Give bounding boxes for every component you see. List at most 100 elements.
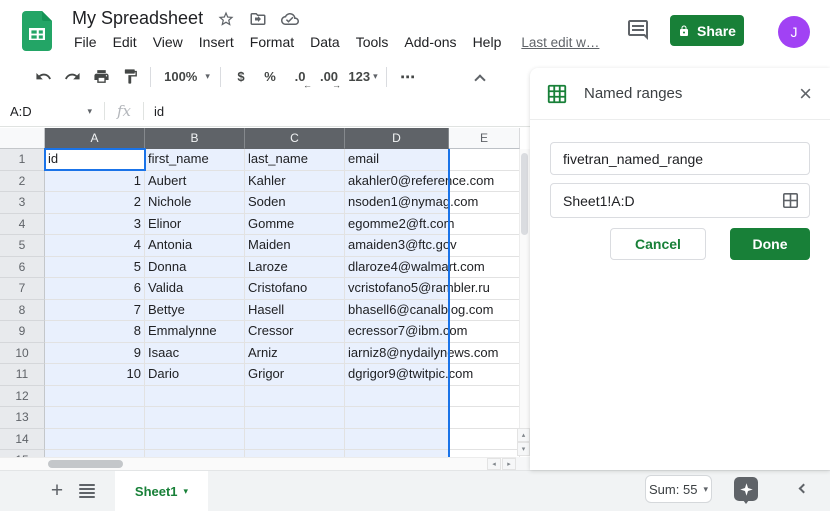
cell[interactable]: Gomme [245,214,345,236]
row-header-9[interactable]: 9 [0,321,45,343]
share-button[interactable]: Share [670,15,744,46]
last-edit-link[interactable]: Last edit w… [521,35,599,50]
vertical-scrollbar-thumb[interactable] [521,153,528,235]
cell[interactable]: vcristofano5@rambler.ru [345,278,449,300]
cell[interactable] [245,386,345,408]
cell[interactable]: 1 [45,171,145,193]
decrease-decimals-button[interactable]: .0← [287,65,313,89]
name-box[interactable]: A:D ▾ [0,96,104,126]
cell[interactable]: 2 [45,192,145,214]
explore-button[interactable] [734,477,758,501]
cell[interactable]: Dario [145,364,245,386]
column-header-D[interactable]: D [345,128,449,149]
row-header-2[interactable]: 2 [0,171,45,193]
format-currency-button[interactable]: $ [229,65,253,89]
cell[interactable]: Isaac [145,343,245,365]
menu-item-view[interactable]: View [145,33,191,51]
horizontal-scrollbar-thumb[interactable] [48,460,123,468]
row-header-1[interactable]: 1 [0,149,45,171]
cell[interactable]: Kahler [245,171,345,193]
range-reference-input[interactable] [550,183,810,218]
cell[interactable]: Emmalynne [145,321,245,343]
cell[interactable]: 6 [45,278,145,300]
cell[interactable] [45,407,145,429]
row-header-13[interactable]: 13 [0,407,45,429]
cell[interactable]: dgrigor9@twitpic.com [345,364,449,386]
cell[interactable]: ecressor7@ibm.com [345,321,449,343]
cell[interactable] [145,407,245,429]
menu-item-tools[interactable]: Tools [348,33,397,51]
cell[interactable]: 5 [45,257,145,279]
cell[interactable] [449,149,520,171]
select-all-corner[interactable] [0,128,45,149]
cell[interactable]: iarniz8@nydailynews.com [345,343,449,365]
document-title[interactable]: My Spreadsheet [72,8,203,29]
cell[interactable] [449,235,520,257]
cell[interactable] [245,450,345,457]
row-header-12[interactable]: 12 [0,386,45,408]
undo-button[interactable] [31,65,55,89]
zoom-select[interactable]: 100% ▾ [159,69,215,84]
cell[interactable]: 10 [45,364,145,386]
cell[interactable]: bhasell6@canalblog.com [345,300,449,322]
cell[interactable]: Nichole [145,192,245,214]
cell[interactable]: Aubert [145,171,245,193]
cell[interactable]: 9 [45,343,145,365]
row-header-4[interactable]: 4 [0,214,45,236]
cell[interactable]: Cressor [245,321,345,343]
cell[interactable]: 8 [45,321,145,343]
star-icon[interactable] [217,10,235,28]
cell[interactable]: akahler0@reference.com [345,171,449,193]
column-header-E[interactable]: E [449,128,520,149]
menu-item-format[interactable]: Format [242,33,302,51]
menu-item-file[interactable]: File [72,33,105,51]
row-header-10[interactable]: 10 [0,343,45,365]
more-toolbar-button[interactable]: ⋯ [395,68,421,86]
cell[interactable] [345,386,449,408]
menu-item-help[interactable]: Help [465,33,510,51]
redo-button[interactable] [60,65,84,89]
cell[interactable] [449,407,520,429]
sheet-tab[interactable]: Sheet1 ▾ [115,471,208,511]
menu-item-add-ons[interactable]: Add-ons [396,33,464,51]
menu-item-edit[interactable]: Edit [105,33,145,51]
sheets-logo-icon[interactable] [22,11,52,51]
row-header-11[interactable]: 11 [0,364,45,386]
row-header-14[interactable]: 14 [0,429,45,451]
row-header-3[interactable]: 3 [0,192,45,214]
row-header-5[interactable]: 5 [0,235,45,257]
row-header-15[interactable]: 15 [0,450,45,457]
print-button[interactable] [89,65,113,89]
cell[interactable] [345,450,449,457]
cell[interactable] [345,429,449,451]
cell[interactable] [345,407,449,429]
cell[interactable]: Hasell [245,300,345,322]
scroll-left-button[interactable]: ◂ [487,458,501,470]
cell[interactable] [449,214,520,236]
scroll-down-button[interactable]: ▾ [517,442,530,456]
cell[interactable]: Antonia [145,235,245,257]
cell[interactable]: Donna [145,257,245,279]
cell[interactable]: Elinor [145,214,245,236]
cell[interactable]: Arniz [245,343,345,365]
cell[interactable] [145,386,245,408]
paint-format-button[interactable] [118,65,142,89]
cell[interactable]: email [345,149,449,171]
row-header-7[interactable]: 7 [0,278,45,300]
cell[interactable]: egomme2@ft.com [345,214,449,236]
cell[interactable] [145,450,245,457]
cell[interactable]: dlaroze4@walmart.com [345,257,449,279]
range-name-input[interactable] [550,142,810,175]
column-header-A[interactable]: A [45,128,145,149]
cell[interactable]: last_name [245,149,345,171]
cell[interactable] [245,429,345,451]
formula-input[interactable]: id [144,104,164,119]
column-header-C[interactable]: C [245,128,345,149]
cell[interactable] [245,407,345,429]
column-header-B[interactable]: B [145,128,245,149]
cell[interactable]: 7 [45,300,145,322]
cell[interactable]: first_name [145,149,245,171]
row-header-8[interactable]: 8 [0,300,45,322]
row-header-6[interactable]: 6 [0,257,45,279]
format-percent-button[interactable]: % [258,65,282,89]
